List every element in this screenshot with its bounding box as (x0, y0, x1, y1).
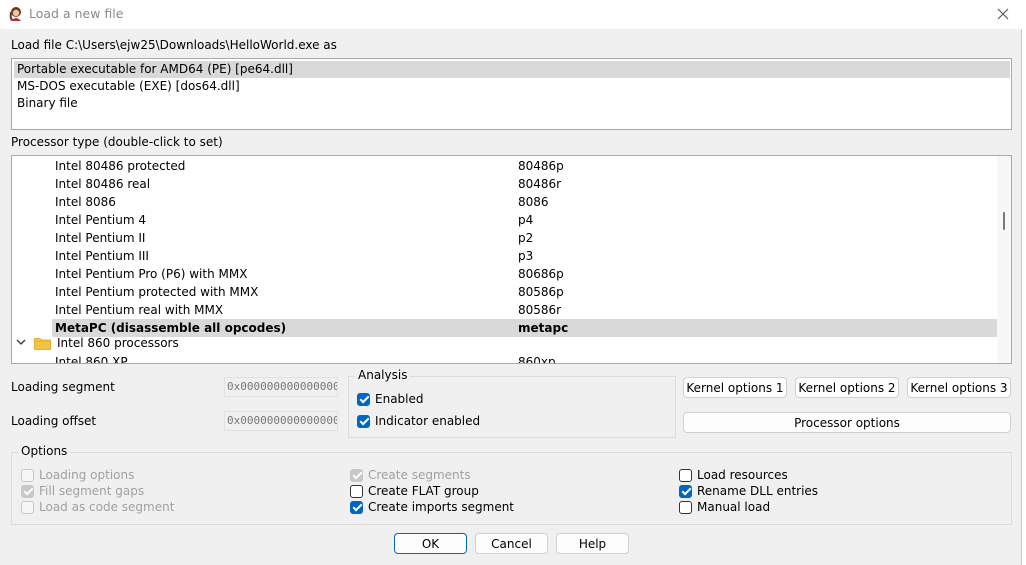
processor-row[interactable]: Intel 860 XP 860xp (52, 353, 1006, 364)
processor-list[interactable]: Intel 80486 protected 80486p Intel 80486… (11, 155, 1012, 364)
checkbox-label: Create FLAT group (368, 484, 479, 498)
processor-row[interactable]: Intel Pentium II p2 (52, 229, 1006, 247)
processor-name: Intel 860 XP (55, 355, 128, 364)
create-flat-group-checkbox[interactable]: Create FLAT group (350, 483, 479, 499)
processor-row[interactable]: Intel 80486 protected 80486p (52, 157, 1006, 175)
processor-name: Intel Pentium protected with MMX (55, 285, 259, 299)
processor-code: p3 (518, 249, 534, 263)
kernel-options-1-button[interactable]: Kernel options 1 (683, 377, 787, 398)
title-bar: Load a new file (0, 0, 1022, 29)
processor-name: Intel Pentium II (55, 231, 146, 245)
checkbox-box[interactable] (357, 392, 370, 406)
fill-segment-gaps-checkbox[interactable]: Fill segment gaps (21, 483, 144, 499)
loading-segment-label: Loading segment (11, 380, 115, 394)
load-file-label: Load file C:\Users\ejw25\Downloads\Hello… (11, 38, 337, 52)
close-icon (997, 8, 1009, 20)
processor-row[interactable]: Intel Pentium 4 p4 (52, 211, 1006, 229)
cancel-button[interactable]: Cancel (475, 533, 548, 554)
checkbox-box[interactable] (21, 484, 34, 498)
checkbox-label: Create imports segment (368, 500, 515, 514)
loading-offset-label: Loading offset (11, 414, 97, 428)
processor-code: 860xp (518, 355, 556, 364)
checkbox-label: Manual load (697, 500, 771, 514)
format-item-dos64[interactable]: MS-DOS executable (EXE) [dos64.dll] (14, 78, 240, 95)
processor-list-scrollbar[interactable] (997, 156, 1011, 363)
options-group-title: Options (18, 444, 71, 458)
load-resources-checkbox[interactable]: Load resources (679, 467, 788, 483)
checkbox-label: Loading options (39, 468, 135, 482)
processor-name: Intel 80486 protected (55, 159, 186, 173)
processor-row[interactable]: Intel Pentium real with MMX 80586r (52, 301, 1006, 319)
checkbox-box[interactable] (357, 414, 370, 428)
checkbox-label: Fill segment gaps (39, 484, 145, 498)
close-button[interactable] (990, 2, 1016, 26)
load-as-code-segment-checkbox[interactable]: Load as code segment (21, 499, 174, 515)
processor-code: 80586p (518, 285, 564, 299)
analysis-group-title: Analysis (355, 368, 411, 382)
processor-options-button[interactable]: Processor options (683, 412, 1011, 433)
processor-row[interactable]: Intel 8086 8086 (52, 193, 1006, 211)
kernel-options-2-button[interactable]: Kernel options 2 (795, 377, 899, 398)
checkbox-label: Indicator enabled (375, 414, 481, 428)
processor-code: 80486p (518, 159, 564, 173)
processor-group-name: Intel 860 processors (57, 336, 179, 350)
checkbox-label: Rename DLL entries (697, 484, 819, 498)
format-item-pe64[interactable]: Portable executable for AMD64 (PE) [pe64… (14, 61, 1010, 78)
checkbox-label: Create segments (368, 468, 471, 482)
window-title: Load a new file (29, 6, 124, 21)
manual-load-checkbox[interactable]: Manual load (679, 499, 770, 515)
processor-type-label: Processor type (double-click to set) (11, 135, 223, 149)
help-button[interactable]: Help (556, 533, 629, 554)
folder-icon (34, 338, 51, 350)
scrollbar-thumb[interactable] (1003, 212, 1005, 230)
processor-name: Intel Pentium Pro (P6) with MMX (55, 267, 248, 281)
processor-code: 8086 (518, 195, 549, 209)
checkbox-box[interactable] (350, 500, 363, 514)
processor-name: Intel Pentium real with MMX (55, 303, 224, 317)
checkbox-label: Load as code segment (39, 500, 175, 514)
app-logo-icon (9, 7, 21, 21)
processor-code: 80586r (518, 303, 562, 317)
processor-row[interactable]: Intel Pentium III p3 (52, 247, 1006, 265)
processor-code: 80486r (518, 177, 562, 191)
checkbox-box[interactable] (679, 500, 692, 514)
processor-code: p4 (518, 213, 534, 227)
rename-dll-entries-checkbox[interactable]: Rename DLL entries (679, 483, 818, 499)
processor-code: 80686p (518, 267, 564, 281)
create-segments-checkbox[interactable]: Create segments (350, 467, 471, 483)
processor-row[interactable]: Intel Pentium protected with MMX 80586p (52, 283, 1006, 301)
format-item-binary[interactable]: Binary file (14, 95, 78, 112)
processor-row[interactable]: Intel Pentium Pro (P6) with MMX 80686p (52, 265, 1006, 283)
ok-button[interactable]: OK (394, 533, 467, 554)
indicator-enabled-checkbox[interactable]: Indicator enabled (357, 413, 480, 429)
processor-name: Intel Pentium 4 (55, 213, 146, 227)
create-imports-segment-checkbox[interactable]: Create imports segment (350, 499, 514, 515)
checkbox-label: Load resources (697, 468, 788, 482)
processor-name: Intel Pentium III (55, 249, 149, 263)
checkbox-box[interactable] (679, 484, 692, 498)
kernel-options-3-button[interactable]: Kernel options 3 (907, 377, 1011, 398)
processor-row[interactable]: Intel 80486 real 80486r (52, 175, 1006, 193)
load-file-dialog: Load a new file Load file C:\Users\ejw25… (0, 0, 1022, 565)
checkbox-box[interactable] (350, 484, 363, 498)
analysis-enabled-checkbox[interactable]: Enabled (357, 391, 424, 407)
chevron-down-icon[interactable] (16, 337, 26, 347)
processor-code: p2 (518, 231, 534, 245)
loading-offset-input[interactable]: 0x0000000000000000 (224, 411, 338, 431)
file-format-list[interactable]: Portable executable for AMD64 (PE) [pe64… (11, 58, 1012, 130)
checkbox-box[interactable] (350, 468, 363, 482)
checkbox-label: Enabled (375, 392, 424, 406)
processor-name: Intel 80486 real (55, 177, 151, 191)
checkbox-box[interactable] (21, 468, 34, 482)
loading-options-checkbox[interactable]: Loading options (21, 467, 134, 483)
loading-segment-input[interactable]: 0x0000000000000000 (224, 377, 338, 397)
checkbox-box[interactable] (679, 468, 692, 482)
checkbox-box[interactable] (21, 500, 34, 514)
processor-name: Intel 8086 (55, 195, 116, 209)
processor-group-intel-860[interactable]: Intel 860 processors (12, 334, 996, 352)
